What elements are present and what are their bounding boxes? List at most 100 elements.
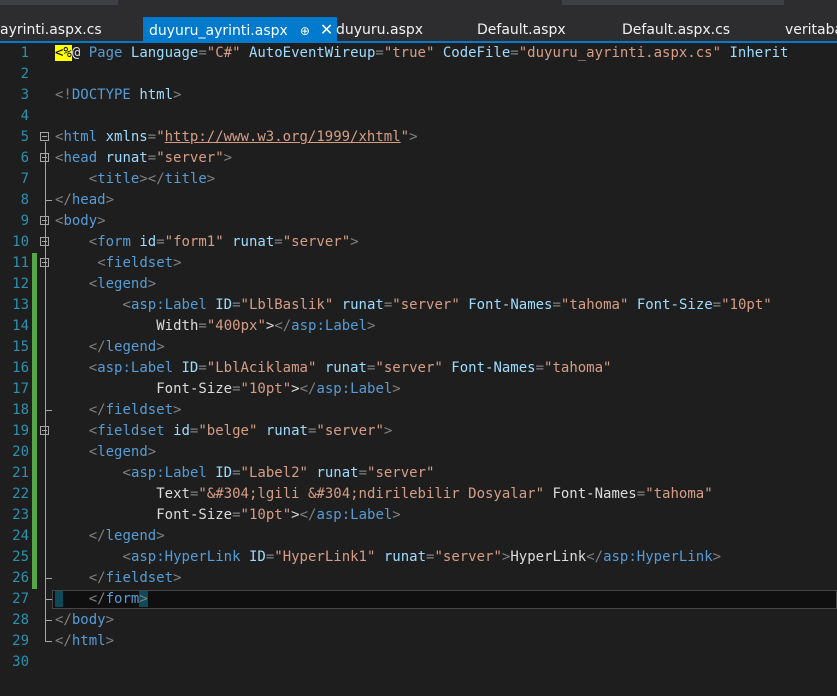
code-text: <title></title> <box>88 171 216 187</box>
code-line[interactable]: 25 <asp:HyperLink ID="HyperLink1" runat=… <box>0 547 837 568</box>
code-text: </legend> <box>88 339 165 355</box>
line-number: 12 <box>12 276 29 292</box>
code-line[interactable]: 8 </head> <box>0 190 837 211</box>
code-line[interactable]: 29 </html> <box>0 631 837 652</box>
line-number: 11 <box>12 255 29 271</box>
code-line[interactable]: 4 <box>0 106 837 127</box>
line-number: 26 <box>12 570 29 586</box>
tab-default-aspx-cs[interactable]: Default.aspx.cs <box>618 17 730 43</box>
code-line[interactable]: 24 </legend> <box>0 526 837 547</box>
code-text: <html xmlns="http://www.w3.org/1999/xhtm… <box>55 129 418 145</box>
line-number: 29 <box>12 633 29 649</box>
code-line[interactable]: 7 <title></title> <box>0 169 837 190</box>
code-line[interactable]: 27 </form> <box>0 589 837 610</box>
line-number: 8 <box>20 192 29 208</box>
tab-label: Default.aspx.cs <box>622 22 731 38</box>
line-number: 28 <box>12 612 29 628</box>
code-line[interactable]: 15 </legend> <box>0 337 837 358</box>
code-line[interactable]: 17 Font-Size="10pt"></asp:Label> <box>0 379 837 400</box>
line-number: 10 <box>12 234 29 250</box>
code-text: <%@ Page Language="C#" AutoEventWireup="… <box>55 45 789 61</box>
document-tab-bar: ayrinti.aspx.cs duyuru_ayrinti.aspx ⊕ ✕ du… <box>0 0 837 43</box>
code-text: </fieldset> <box>88 570 182 586</box>
code-line[interactable]: 6 <head runat="server"> <box>0 148 837 169</box>
code-text: </fieldset> <box>88 402 182 418</box>
collapse-icon[interactable] <box>40 216 49 225</box>
line-number: 22 <box>12 486 29 502</box>
line-number: 23 <box>12 507 29 523</box>
code-line[interactable]: 14 Width="400px"></asp:Label> <box>0 316 837 337</box>
tab-label: veritaba <box>785 22 837 38</box>
line-number: 18 <box>12 402 29 418</box>
collapse-icon[interactable] <box>40 237 49 246</box>
line-number: 14 <box>12 318 29 334</box>
line-number: 6 <box>20 150 29 166</box>
tab-duyuru-aspx[interactable]: duyuru.aspx <box>332 17 423 43</box>
line-number: 16 <box>12 360 29 376</box>
code-text: Width="400px"></asp:Label> <box>156 318 376 334</box>
code-text: <form id="form1" runat="server"> <box>88 234 359 250</box>
code-line[interactable]: 12 <legend> <box>0 274 837 295</box>
tab-bar-top-strip <box>0 0 837 6</box>
tab-label: duyuru.aspx <box>336 22 424 38</box>
code-text: Font-Size="10pt"></asp:Label> <box>156 381 401 397</box>
tab-veritabani[interactable]: veritaba <box>781 17 837 43</box>
code-line[interactable]: 26 </fieldset> <box>0 568 837 589</box>
tab-label: Default.aspx <box>477 22 566 38</box>
code-text: <asp:Label ID="LblAciklama" runat="serve… <box>88 360 612 376</box>
line-number: 13 <box>12 297 29 313</box>
pin-icon[interactable]: ⊕ <box>300 18 310 43</box>
code-text: </form> <box>55 589 148 610</box>
tab-ayrinti-aspx-cs[interactable]: ayrinti.aspx.cs <box>0 17 102 43</box>
code-line[interactable]: 21 <asp:Label ID="Label2" runat="server" <box>0 463 837 484</box>
line-number: 9 <box>20 213 29 229</box>
code-text: </legend> <box>88 528 165 544</box>
collapse-icon[interactable] <box>40 258 49 267</box>
code-line[interactable]: 19 <fieldset id="belge" runat="server"> <box>0 421 837 442</box>
line-number: 21 <box>12 465 29 481</box>
line-number: 2 <box>20 66 29 82</box>
code-text: <legend> <box>88 276 157 292</box>
code-editor[interactable]: 1 <%@ Page Language="C#" AutoEventWireup=… <box>0 43 837 696</box>
line-number: 15 <box>12 339 29 355</box>
code-text: </html> <box>55 633 115 649</box>
code-line[interactable]: 20 <legend> <box>0 442 837 463</box>
code-text: <asp:Label ID="Label2" runat="server" <box>122 465 435 481</box>
code-line[interactable]: 23 Font-Size="10pt"></asp:Label> <box>0 505 837 526</box>
code-text: </head> <box>55 192 115 208</box>
line-number: 7 <box>20 171 29 187</box>
code-text: Font-Size="10pt"></asp:Label> <box>156 507 401 523</box>
tab-default-aspx[interactable]: Default.aspx <box>473 17 566 43</box>
code-line[interactable]: 3 <!DOCTYPE html> <box>0 85 837 106</box>
code-text: </body> <box>55 612 115 628</box>
line-number: 1 <box>20 45 29 61</box>
tab-duyuru-ayrinti-aspx[interactable]: duyuru_ayrinti.aspx ⊕ ✕ <box>143 17 337 43</box>
code-text: Text="&#304;lgili &#304;ndirilebilir Dos… <box>156 486 713 502</box>
code-text: <asp:Label ID="LblBaslik" runat="server"… <box>122 297 772 313</box>
code-line[interactable]: 9 <body> <box>0 211 837 232</box>
code-line[interactable]: 28 </body> <box>0 610 837 631</box>
line-number: 19 <box>12 423 29 439</box>
code-line[interactable]: 2 <box>0 64 837 85</box>
collapse-icon[interactable] <box>40 132 49 141</box>
line-number: 24 <box>12 528 29 544</box>
code-line[interactable]: 1 <%@ Page Language="C#" AutoEventWireup=… <box>0 43 837 64</box>
line-number: 25 <box>12 549 29 565</box>
line-number: 20 <box>12 444 29 460</box>
code-line[interactable]: 13 <asp:Label ID="LblBaslik" runat="serv… <box>0 295 837 316</box>
line-number: 27 <box>12 591 29 607</box>
code-line[interactable]: 10 <form id="form1" runat="server"> <box>0 232 837 253</box>
code-line[interactable]: 18 </fieldset> <box>0 400 837 421</box>
line-number: 3 <box>20 87 29 103</box>
line-number: 5 <box>20 129 29 145</box>
code-line[interactable]: 11 <fieldset> <box>0 253 837 274</box>
code-line[interactable]: 22 Text="&#304;lgili &#304;ndirilebilir … <box>0 484 837 505</box>
code-line[interactable]: 16 <asp:Label ID="LblAciklama" runat="se… <box>0 358 837 379</box>
code-line[interactable]: 30 <box>0 652 837 673</box>
code-line[interactable]: 5 <html xmlns="http://www.w3.org/1999/xht… <box>0 127 837 148</box>
collapse-icon[interactable] <box>40 426 49 435</box>
tab-label: ayrinti.aspx.cs <box>0 22 102 38</box>
code-text: <fieldset id="belge" runat="server"> <box>88 423 393 439</box>
collapse-icon[interactable] <box>40 153 49 162</box>
line-number: 4 <box>20 108 29 124</box>
